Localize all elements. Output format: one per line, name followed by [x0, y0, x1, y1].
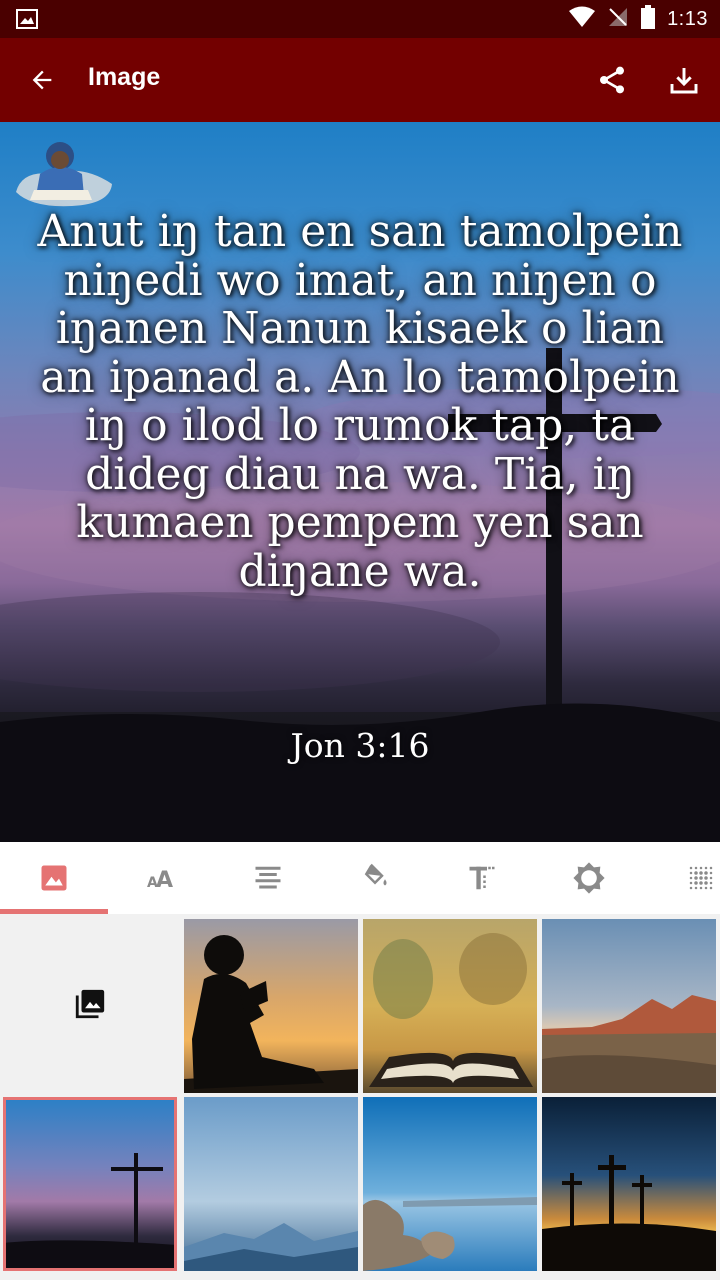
- download-icon: [670, 68, 698, 94]
- download-button[interactable]: [662, 58, 706, 102]
- status-time: 1:13: [667, 7, 708, 30]
- svg-text:A: A: [156, 868, 173, 893]
- verse-reference: Jon 3:16: [290, 726, 430, 765]
- tab-text-style[interactable]: [428, 842, 535, 914]
- back-button[interactable]: [20, 60, 64, 100]
- photo-library-icon: [75, 989, 105, 1019]
- page-title: Image: [88, 63, 161, 91]
- thumbnail-boy-reading-sunset[interactable]: [184, 919, 358, 1093]
- text-style-icon: [469, 866, 494, 890]
- brightness-icon: [572, 862, 605, 894]
- thumbnail-desert-mountains[interactable]: [542, 919, 716, 1093]
- thumbnail-cross-sunset[interactable]: [3, 1097, 177, 1271]
- font-size-icon: AA: [147, 868, 173, 893]
- app-bar: Image: [0, 38, 720, 122]
- boy-reading-logo: [16, 142, 112, 207]
- verse-text: Anut iŋ tan en san tamolpein niŋedi wo i…: [37, 206, 683, 597]
- image-icon: [41, 865, 66, 891]
- no-signal-icon: [607, 6, 629, 33]
- thumbnail-three-crosses[interactable]: [542, 1097, 716, 1271]
- open-gallery-button[interactable]: [0, 914, 180, 1094]
- battery-icon: [641, 4, 656, 34]
- tab-brightness[interactable]: [535, 842, 642, 914]
- tab-texture[interactable]: [642, 842, 720, 914]
- share-icon: [600, 66, 624, 94]
- editor-tabs: AA: [0, 842, 720, 914]
- tab-text-color[interactable]: [321, 842, 428, 914]
- paint-bucket-icon: [364, 863, 387, 886]
- share-button[interactable]: [590, 58, 634, 102]
- wifi-icon: [569, 6, 596, 33]
- tab-alignment[interactable]: [214, 842, 321, 914]
- thumbnail-misty-mountains[interactable]: [184, 1097, 358, 1271]
- tab-background-image[interactable]: [0, 842, 108, 914]
- texture-icon: [689, 866, 713, 890]
- image-notification-icon: [16, 9, 38, 29]
- align-center-icon: [255, 866, 280, 889]
- thumbnail-rocky-lake[interactable]: [363, 1097, 537, 1271]
- status-bar: 1:13: [0, 0, 720, 38]
- thumbnail-open-bible-bokeh[interactable]: [363, 919, 537, 1093]
- background-gallery: [0, 914, 720, 1280]
- tab-font-size[interactable]: AA: [107, 842, 214, 914]
- arrow-left-icon: [32, 70, 52, 90]
- verse-image-canvas[interactable]: Anut iŋ tan en san tamolpein niŋedi wo i…: [0, 122, 720, 842]
